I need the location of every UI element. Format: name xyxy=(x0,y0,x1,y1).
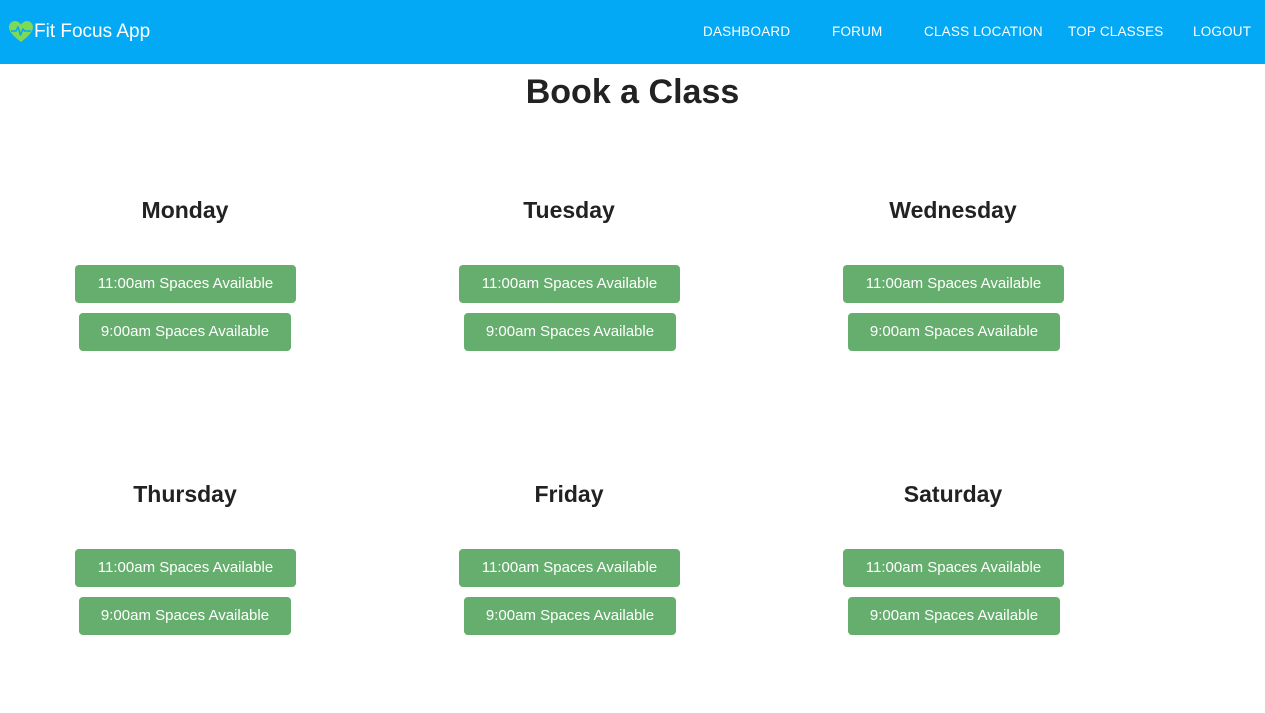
day-heading: Wednesday xyxy=(889,197,1017,223)
book-slot-button[interactable]: 9:00am Spaces Available xyxy=(848,597,1060,635)
book-slot-button[interactable]: 9:00am Spaces Available xyxy=(464,597,676,635)
book-slot-button[interactable]: 11:00am Spaces Available xyxy=(75,265,296,303)
brand-name: Fit Focus App xyxy=(34,21,151,42)
nav-dashboard[interactable]: DASHBOARD xyxy=(703,22,790,42)
book-slot-button[interactable]: 11:00am Spaces Available xyxy=(459,549,680,587)
day-heading: Tuesday xyxy=(523,197,615,223)
book-slot-button[interactable]: 11:00am Spaces Available xyxy=(75,549,296,587)
nav-top-classes[interactable]: TOP CLASSES xyxy=(1068,22,1164,42)
book-slot-button[interactable]: 11:00am Spaces Available xyxy=(843,549,1064,587)
day-column-tuesday: Tuesday xyxy=(419,195,719,225)
day-column-wednesday: Wednesday xyxy=(803,195,1103,225)
day-column-thursday: Thursday xyxy=(35,479,335,509)
day-column-friday: Friday xyxy=(419,479,719,509)
day-heading: Thursday xyxy=(133,481,237,507)
page-title: Book a Class xyxy=(525,73,740,111)
day-heading: Saturday xyxy=(903,481,1003,507)
book-slot-button[interactable]: 9:00am Spaces Available xyxy=(79,313,291,351)
heart-pulse-icon xyxy=(8,20,34,44)
book-slot-button[interactable]: 9:00am Spaces Available xyxy=(848,313,1060,351)
day-column-monday: Monday xyxy=(35,195,335,225)
book-slot-button[interactable]: 9:00am Spaces Available xyxy=(79,597,291,635)
top-navbar: Fit Focus App DASHBOARD FORUM CLASS LOCA… xyxy=(0,0,1265,64)
book-slot-button[interactable]: 11:00am Spaces Available xyxy=(843,265,1064,303)
nav-class-location[interactable]: CLASS LOCATION xyxy=(924,22,1043,42)
day-heading: Monday xyxy=(141,197,229,223)
day-heading: Friday xyxy=(534,481,604,507)
brand-link[interactable]: Fit Focus App xyxy=(8,18,150,46)
nav-forum[interactable]: FORUM xyxy=(832,22,883,42)
book-slot-button[interactable]: 9:00am Spaces Available xyxy=(464,313,676,351)
nav-logout[interactable]: LOGOUT xyxy=(1193,22,1251,42)
book-slot-button[interactable]: 11:00am Spaces Available xyxy=(459,265,680,303)
day-column-saturday: Saturday xyxy=(803,479,1103,509)
